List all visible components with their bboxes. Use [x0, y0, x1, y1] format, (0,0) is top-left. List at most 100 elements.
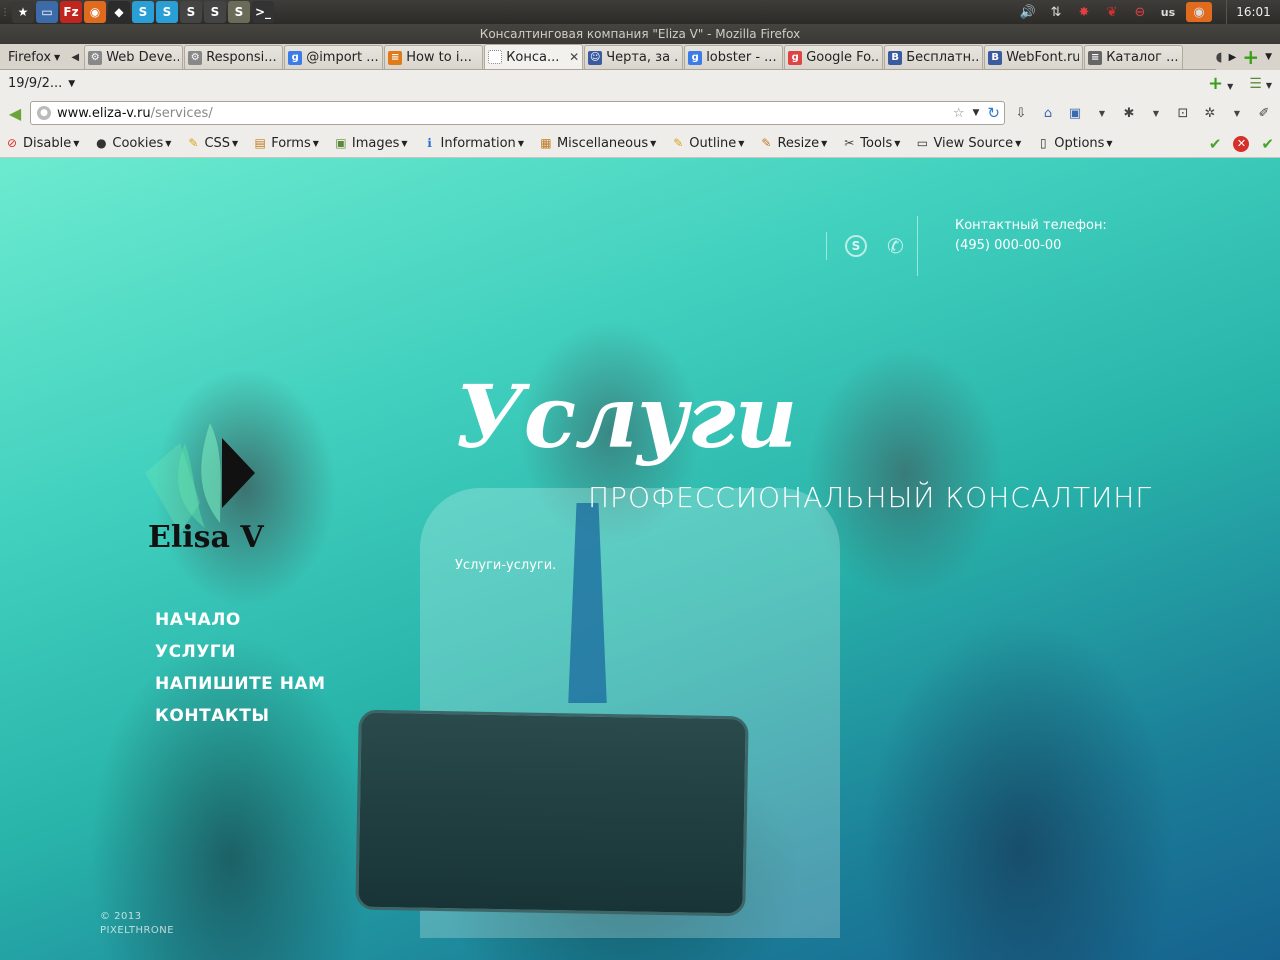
- copyright-owner[interactable]: PIXELTHRONE: [100, 924, 174, 938]
- webdev-menu-tools[interactable]: ✂ Tools ▼: [841, 129, 900, 158]
- tab[interactable]: B Бесплатн...: [884, 45, 984, 69]
- chevron-down-icon: ▼: [54, 52, 61, 62]
- url-bar[interactable]: ● www.eliza-v.ru/services/ ☆ ▼ ↻: [30, 101, 1005, 125]
- globe-icon[interactable]: ●: [37, 106, 51, 120]
- close-icon[interactable]: ✕: [569, 50, 579, 64]
- skype-icon[interactable]: S: [132, 1, 154, 23]
- sublime-icon[interactable]: S: [228, 1, 250, 23]
- menu-item[interactable]: НАПИШИТЕ НАМ: [155, 672, 326, 704]
- new-tab-icon[interactable]: +: [1242, 47, 1259, 67]
- s-logo-icon[interactable]: S: [180, 1, 202, 23]
- webdev-menu-miscellaneous[interactable]: ▦ Miscellaneous ▼: [538, 129, 656, 158]
- s-logo-icon[interactable]: S: [204, 1, 226, 23]
- webdev-menu-outline[interactable]: ✎ Outline ▼: [670, 129, 744, 158]
- network-icon[interactable]: ⇅: [1042, 0, 1070, 24]
- webdev-menu-view-source[interactable]: ▭ View Source ▼: [914, 129, 1021, 158]
- inkscape-icon[interactable]: ◆: [108, 1, 130, 23]
- bug-icon[interactable]: ✲: [1201, 104, 1219, 122]
- webdev-menu-label: Images: [351, 135, 400, 151]
- tab-scroll-left[interactable]: ◀: [66, 45, 84, 69]
- firefox-icon[interactable]: ◉: [84, 1, 106, 23]
- check-icon[interactable]: ✔: [1261, 135, 1274, 153]
- indicator-icon[interactable]: ✸: [1070, 0, 1098, 24]
- all-tabs-icon[interactable]: ▼: [1265, 52, 1272, 62]
- tab[interactable]: ☺ Черта, за ...: [584, 45, 684, 69]
- menu-item[interactable]: УСЛУГИ: [155, 640, 326, 672]
- webdev-menu-label: Information: [440, 135, 516, 151]
- chevron-down-icon: ▼: [165, 138, 172, 148]
- cookie-icon: ●: [96, 136, 107, 150]
- chevron-down-icon[interactable]: ▼: [1093, 104, 1111, 122]
- reload-icon[interactable]: ↻: [987, 104, 1000, 122]
- phone-icon[interactable]: ✆: [887, 234, 909, 258]
- back-arrow-icon[interactable]: ◀: [2, 100, 28, 126]
- tab-bar-right: ◖ ▶ + ▼: [1215, 44, 1280, 70]
- home-icon[interactable]: ⌂: [1039, 104, 1057, 122]
- tab-favicon-icon: g: [288, 50, 303, 65]
- gear-icon[interactable]: ✱: [1120, 104, 1138, 122]
- history-dropdown-icon[interactable]: ▼: [973, 108, 980, 118]
- terminal-icon[interactable]: >_: [252, 1, 274, 23]
- tab-label: Черта, за ...: [606, 50, 680, 65]
- chevron-down-icon[interactable]: ▼: [1228, 104, 1246, 122]
- taskbar-grip[interactable]: ⋮: [0, 0, 10, 24]
- update-icon[interactable]: ⊖: [1126, 0, 1154, 24]
- window-icon[interactable]: ▭: [36, 1, 58, 23]
- tab-label: Конса...: [506, 49, 560, 65]
- logo-name[interactable]: Elisa V: [148, 520, 264, 555]
- tab[interactable]: Конса... ✕: [484, 44, 584, 69]
- webdev-menu-label: Cookies: [112, 135, 164, 151]
- bookmarks-icon[interactable]: ▣: [1066, 104, 1084, 122]
- check-icon[interactable]: ✔: [1209, 135, 1222, 153]
- skype-icon[interactable]: S: [845, 235, 867, 257]
- webdev-menu-options[interactable]: ▯ Options ▼: [1035, 129, 1113, 158]
- tab[interactable]: ≡ Каталог ...: [1084, 45, 1184, 69]
- add-icon[interactable]: + ▼: [1208, 73, 1233, 94]
- tab[interactable]: g Google Fo...: [784, 45, 884, 69]
- volume-icon[interactable]: 🔊: [1014, 0, 1042, 24]
- download-icon[interactable]: ⇩: [1012, 104, 1030, 122]
- eyedropper-icon[interactable]: ✐: [1255, 104, 1273, 122]
- tab[interactable]: ⚙ Responsi...: [184, 45, 284, 69]
- tab[interactable]: B WebFont.ru: [984, 45, 1084, 69]
- tab-label: lobster - ...: [706, 50, 777, 65]
- extension-icon[interactable]: ◖: [1216, 50, 1223, 65]
- skype-icon[interactable]: S: [156, 1, 178, 23]
- keyboard-layout[interactable]: us: [1154, 6, 1182, 19]
- cherry-icon[interactable]: ❦: [1098, 0, 1126, 24]
- firefox-menu-button[interactable]: Firefox ▼: [2, 45, 66, 69]
- webdev-menu-information[interactable]: ℹ Information ▼: [422, 129, 524, 158]
- webdev-menu-cookies[interactable]: ● Cookies ▼: [93, 129, 171, 158]
- tab-scroll-right[interactable]: ▶: [1229, 52, 1237, 63]
- tab[interactable]: g @import ...: [284, 45, 384, 69]
- bookmark-star-icon[interactable]: ☆: [953, 106, 965, 121]
- screenshot-icon[interactable]: ⊡: [1174, 104, 1192, 122]
- error-icon[interactable]: ✕: [1233, 135, 1250, 152]
- webdev-menu-disable[interactable]: ⊘ Disable ▼: [4, 129, 79, 158]
- webdev-menu-images[interactable]: ▣ Images ▼: [333, 129, 407, 158]
- chevron-down-icon[interactable]: ▼: [1147, 104, 1165, 122]
- web-developer-menus: ⊘ Disable ▼ ● Cookies ▼ ✎ CSS ▼ ▤ Forms ▼ ▣ Images ▼ ℹ I…: [4, 129, 1127, 158]
- menu-item[interactable]: КОНТАКТЫ: [155, 704, 326, 736]
- firefox-tray-icon[interactable]: ◉: [1186, 2, 1212, 22]
- star-icon[interactable]: ★: [12, 1, 34, 23]
- filezilla-icon[interactable]: Fz: [60, 1, 82, 23]
- clock[interactable]: 16:01: [1226, 0, 1280, 24]
- webdev-menu-resize[interactable]: ✎ Resize ▼: [758, 129, 827, 158]
- tab[interactable]: g lobster - ...: [684, 45, 784, 69]
- chevron-down-icon[interactable]: ▼: [68, 79, 75, 89]
- webdev-menu-label: Disable: [23, 135, 72, 151]
- page-subtitle: ПРОФЕССИОНАЛЬНЫЙ КОНСАЛТИНГ: [588, 481, 1152, 514]
- chevron-down-icon: ▼: [650, 138, 657, 148]
- tree-icon[interactable]: ☰ ▼: [1249, 76, 1272, 92]
- webdev-menu-forms[interactable]: ▤ Forms ▼: [252, 129, 319, 158]
- tab[interactable]: ⚙ Web Deve...: [84, 45, 184, 69]
- tab[interactable]: ≡ How to i...: [384, 45, 484, 69]
- session-selector[interactable]: 19/9/2...: [8, 76, 62, 91]
- webdev-menu-css[interactable]: ✎ CSS ▼: [185, 129, 238, 158]
- tab-favicon-icon: B: [988, 50, 1003, 65]
- webdev-menu-label: Miscellaneous: [556, 135, 649, 151]
- tab-favicon-icon: ≡: [388, 50, 403, 65]
- tab-favicon-icon: ⚙: [88, 50, 103, 65]
- menu-item[interactable]: НАЧАЛО: [155, 608, 326, 640]
